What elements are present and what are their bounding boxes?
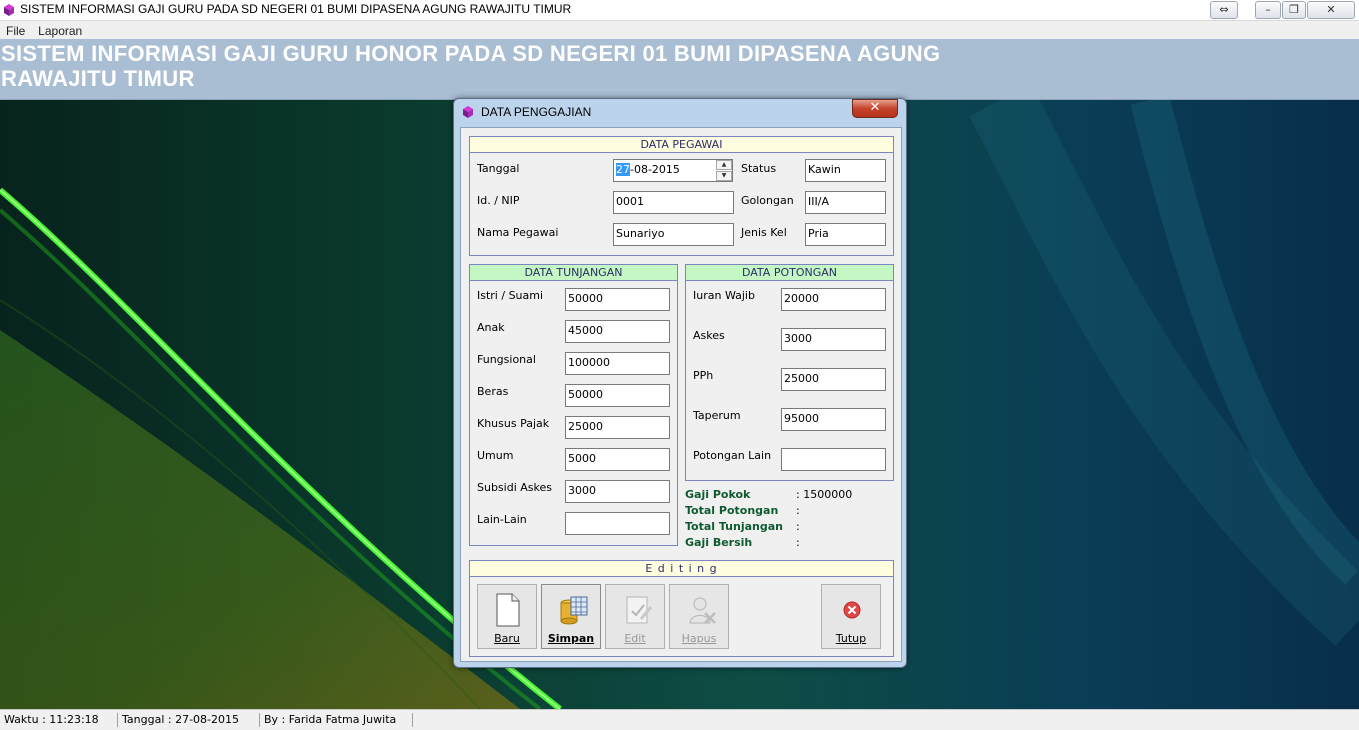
banner-title: SISTEM INFORMASI GAJI GURU HONOR PADA SD…	[1, 41, 1041, 91]
spin-down-icon[interactable]: ▼	[716, 171, 732, 181]
books-dialog-icon	[463, 106, 473, 118]
lain-lain-field[interactable]	[565, 512, 670, 535]
status-field[interactable]: Kawin	[805, 159, 886, 182]
group-editing: E d i t i n g Baru Simpan Edit Hapus Tut…	[469, 560, 894, 657]
label-total-tunjangan: Total Tunjangan	[685, 520, 783, 533]
spin-up-icon[interactable]: ▲	[716, 160, 732, 170]
fungsional-field[interactable]: 100000	[565, 352, 670, 375]
label-tanggal: Tanggal	[477, 162, 520, 175]
window-title: SISTEM INFORMASI GAJI GURU PADA SD NEGER…	[20, 2, 572, 16]
beras-field[interactable]: 50000	[565, 384, 670, 407]
tutup-label: Tutup	[835, 632, 867, 645]
taperum-field[interactable]: 95000	[781, 408, 886, 431]
edit-label: Edit	[624, 632, 646, 645]
menu-item-file[interactable]: File	[0, 21, 28, 38]
data-penggajian-dialog: DATA PENGGAJIAN ✕ DATA PEGAWAI Tanggal 2…	[453, 98, 907, 668]
value-total-tunjangan: :	[796, 520, 800, 533]
status-waktu: Waktu : 11:23:18	[0, 713, 118, 727]
askes-field[interactable]: 3000	[781, 328, 886, 351]
app-banner: SISTEM INFORMASI GAJI GURU HONOR PADA SD…	[0, 39, 1359, 100]
label-lain-lain: Lain-Lain	[477, 513, 527, 526]
label-gaji-bersih: Gaji Bersih	[685, 536, 753, 549]
group-header-potongan: DATA POTONGAN	[686, 265, 893, 281]
baru-button[interactable]: Baru	[477, 584, 537, 649]
label-fungsional: Fungsional	[477, 353, 536, 366]
khusus-pajak-field[interactable]: 25000	[565, 416, 670, 439]
value-gaji-pokok: : 1500000	[796, 488, 853, 501]
tanggal-day-selected: 27	[616, 163, 630, 176]
hapus-button[interactable]: Hapus	[669, 584, 729, 649]
label-nip: Id. / NIP	[477, 194, 520, 207]
minimize-button[interactable]: –	[1255, 1, 1281, 19]
label-jenis-kel: Jenis Kel	[741, 226, 787, 239]
label-istri-suami: Istri / Suami	[477, 289, 544, 302]
label-beras: Beras	[477, 385, 509, 398]
nip-field[interactable]: 0001	[613, 191, 734, 214]
window-titlebar: SISTEM INFORMASI GAJI GURU PADA SD NEGER…	[0, 0, 1359, 21]
group-data-tunjangan: DATA TUNJANGAN Istri / Suami 50000 Anak …	[469, 264, 678, 546]
pph-field[interactable]: 25000	[781, 368, 886, 391]
resize-toggle-button[interactable]: ⇔	[1210, 1, 1238, 19]
restore-button[interactable]: ❐	[1282, 1, 1306, 19]
label-gaji-pokok: Gaji Pokok	[685, 488, 751, 501]
label-potongan-lain: Potongan Lain	[693, 449, 772, 462]
group-header-tunjangan: DATA TUNJANGAN	[470, 265, 677, 281]
label-askes: Askes	[693, 329, 725, 342]
dialog-body: DATA PEGAWAI Tanggal 27-08-2015 ▲ ▼ Id. …	[460, 127, 902, 662]
status-by: By : Farida Fatma Juwita	[260, 713, 413, 727]
label-subsidi-askes: Subsidi Askes	[477, 481, 552, 494]
potongan-lain-field[interactable]	[781, 448, 886, 471]
label-anak: Anak	[477, 321, 505, 334]
status-tanggal: Tanggal : 27-08-2015	[118, 713, 260, 727]
label-nama-pegawai: Nama Pegawai	[477, 226, 559, 239]
menu-item-laporan[interactable]: Laporan	[32, 21, 85, 38]
baru-label: Baru	[494, 632, 520, 645]
subsidi-askes-field[interactable]: 3000	[565, 480, 670, 503]
label-status: Status	[741, 162, 777, 175]
tanggal-date-picker[interactable]: 27-08-2015	[613, 159, 733, 182]
istri-suami-field[interactable]: 50000	[565, 288, 670, 311]
anak-field[interactable]: 45000	[565, 320, 670, 343]
group-header-editing: E d i t i n g	[470, 561, 893, 577]
edit-button[interactable]: Edit	[605, 584, 665, 649]
label-khusus-pajak: Khusus Pajak	[477, 417, 550, 430]
simpan-label: Simpan	[547, 632, 595, 645]
tanggal-spinner[interactable]: ▲ ▼	[716, 160, 732, 182]
golongan-field[interactable]: III/A	[805, 191, 886, 214]
tanggal-rest: -08-2015	[630, 163, 680, 176]
iuran-wajib-field[interactable]: 20000	[781, 288, 886, 311]
label-golongan: Golongan	[741, 194, 794, 207]
dialog-title: DATA PENGGAJIAN	[481, 105, 592, 119]
nama-pegawai-field[interactable]: Sunariyo	[613, 223, 734, 246]
close-circle-icon	[843, 601, 861, 619]
status-bar: Waktu : 11:23:18 Tanggal : 27-08-2015 By…	[0, 709, 1359, 730]
window-close-button[interactable]: ✕	[1307, 1, 1355, 19]
hapus-label: Hapus	[681, 632, 717, 645]
new-document-icon	[496, 593, 520, 627]
value-total-potongan: :	[796, 504, 800, 517]
label-iuran-wajib: Iuran Wajib	[693, 289, 755, 302]
value-gaji-bersih: :	[796, 536, 800, 549]
group-data-potongan: DATA POTONGAN Iuran Wajib 20000 Askes 30…	[685, 264, 894, 481]
label-total-potongan: Total Potongan	[685, 504, 779, 517]
simpan-button[interactable]: Simpan	[541, 584, 601, 649]
label-umum: Umum	[477, 449, 514, 462]
label-pph: PPh	[693, 369, 714, 382]
dialog-close-button[interactable]: ✕	[852, 99, 898, 118]
umum-field[interactable]: 5000	[565, 448, 670, 471]
banner-title-line1: SISTEM INFORMASI GAJI GURU HONOR PADA SD…	[1, 41, 941, 66]
delete-user-icon	[689, 597, 716, 624]
jenis-kel-field[interactable]: Pria	[805, 223, 886, 246]
edit-document-icon	[626, 596, 653, 624]
group-header-pegawai: DATA PEGAWAI	[470, 137, 893, 153]
save-database-icon	[560, 596, 588, 625]
tutup-button[interactable]: Tutup	[821, 584, 881, 649]
banner-title-line2: RAWAJITU TIMUR	[1, 66, 195, 91]
books-app-icon	[4, 4, 14, 16]
group-data-pegawai: DATA PEGAWAI Tanggal 27-08-2015 ▲ ▼ Id. …	[469, 136, 894, 256]
menu-bar: File Laporan	[0, 21, 1359, 39]
label-taperum: Taperum	[693, 409, 741, 422]
